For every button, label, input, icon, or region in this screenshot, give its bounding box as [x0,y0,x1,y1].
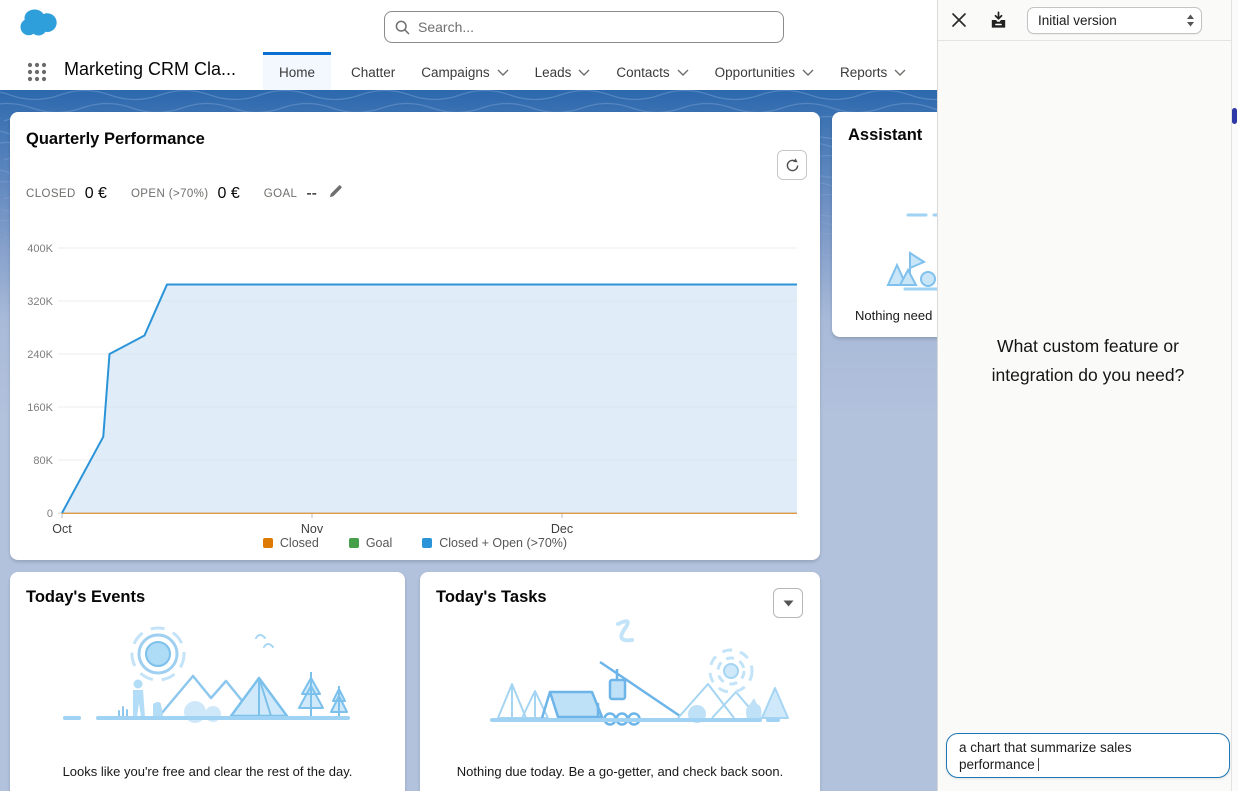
chevron-down-icon [894,69,906,76]
select-stepper-icon [1186,14,1195,27]
edit-goal-pencil-icon[interactable] [328,184,343,204]
tab-label: Contacts [616,65,669,80]
panel-header: Initial version [938,0,1238,41]
svg-text:0: 0 [47,508,53,520]
todays-tasks-card: Today's Tasks [420,572,820,791]
quarterly-performance-card: Quarterly Performance CLOSED0 €OPEN (>70… [10,112,820,560]
kpi-label: OPEN (>70%) [131,188,209,200]
legend-swatch [349,538,359,548]
tab-leads[interactable]: Leads [533,52,593,90]
card-title: Today's Tasks [436,588,547,607]
tab-opportunities[interactable]: Opportunities [713,52,816,90]
campfire-illustration [450,614,790,746]
svg-text:240K: 240K [27,349,53,361]
tab-label: Home [279,65,315,80]
tab-label: Chatter [351,65,395,80]
global-header: Marketing CRM Cla... Home Chatter Campaign… [0,0,937,90]
svg-text:Nov: Nov [301,522,324,536]
tasks-empty-text: Nothing due today. Be a go-getter, and c… [420,764,820,779]
scrollbar-track[interactable] [1231,0,1238,791]
tab-label: Campaigns [421,65,489,80]
svg-text:160K: 160K [27,402,53,414]
chevron-down-icon [677,69,689,76]
kpi-label: CLOSED [26,188,76,200]
performance-chart: 0 80K 160K 240K 320K 400K Oct Nov Dec [10,232,820,542]
prompt-input[interactable]: a chart that summarize sales performance [946,733,1230,778]
import-tray-icon [988,10,1009,31]
legend-label: Goal [366,536,392,550]
chevron-down-icon [578,69,590,76]
refresh-button[interactable] [777,150,807,180]
legend-item: Closed [263,536,319,550]
app-window: Marketing CRM Cla... Home Chatter Campaign… [0,0,1238,791]
assistant-empty-illustration [850,207,937,297]
tab-contacts[interactable]: Contacts [614,52,690,90]
chevron-down-icon [497,69,509,76]
kpi-metric: CLOSED 0 € [26,185,107,203]
kpi-metric: OPEN (>70%) 0 € [131,185,240,203]
kpi-value: 0 € [218,185,240,203]
close-button[interactable] [948,9,970,31]
legend-label: Closed [280,536,319,550]
tab-reports[interactable]: Reports [838,52,908,90]
version-select[interactable]: Initial version [1027,7,1202,34]
chart-legend: Closed Goal Closed + Open (>70%) [10,536,820,550]
events-empty-text: Looks like you're free and clear the res… [10,764,405,779]
camping-day-illustration [43,614,373,746]
legend-label: Closed + Open (>70%) [439,536,567,550]
publish-button[interactable] [986,8,1011,33]
tab-campaigns[interactable]: Campaigns [419,52,510,90]
app-launcher-waffle-icon[interactable] [26,61,48,88]
tab-label: Leads [535,65,572,80]
builder-side-panel: Initial version What custom feature or i… [937,0,1238,791]
search-input[interactable] [418,19,773,35]
chevron-down-icon [802,69,814,76]
todays-events-card: Today's Events [10,572,405,791]
kpi-label: GOAL [264,188,298,200]
card-title: Today's Events [26,588,145,607]
svg-text:320K: 320K [27,296,53,308]
salesforce-cloud-logo [16,6,62,43]
home-dashboard: Quarterly Performance CLOSED0 €OPEN (>70… [0,90,937,791]
version-select-value: Initial version [1038,13,1117,28]
card-title: Quarterly Performance [26,130,205,149]
svg-text:Oct: Oct [52,522,72,536]
app-name: Marketing CRM Cla... [64,59,236,80]
panel-headline: What custom feature or integration do yo… [938,332,1238,390]
legend-item: Goal [349,536,392,550]
global-search [384,11,784,43]
kpi-value: 0 € [85,185,107,203]
close-icon [950,11,968,29]
svg-text:400K: 400K [27,243,53,255]
kpi-value: -- [306,185,317,203]
scrollbar-thumb[interactable] [1232,108,1237,124]
kpi-metrics-row: CLOSED 0 € OPEN (>70%) 0 € GOAL -- [26,184,343,204]
refresh-icon [784,157,801,174]
search-icon [395,20,410,35]
svg-text:Dec: Dec [551,522,573,536]
tab-label: Opportunities [715,65,795,80]
dropdown-triangle-icon [783,600,794,607]
legend-item: Closed + Open (>70%) [422,536,567,550]
legend-swatch [263,538,273,548]
assistant-card: Assistant Nothing need [832,112,937,337]
tab-label: Reports [840,65,887,80]
svg-text:80K: 80K [33,455,53,467]
legend-swatch [422,538,432,548]
tab-home[interactable]: Home [263,52,331,90]
card-title: Assistant [848,126,922,145]
assistant-empty-text: Nothing need [855,308,932,323]
tab-chatter[interactable]: Chatter [349,52,397,90]
nav-tab-bar: Home Chatter Campaigns Leads Contacts Opportu… [263,52,930,90]
kpi-metric: GOAL -- [264,184,343,204]
prompt-text: a chart that summarize sales performance [959,739,1164,773]
